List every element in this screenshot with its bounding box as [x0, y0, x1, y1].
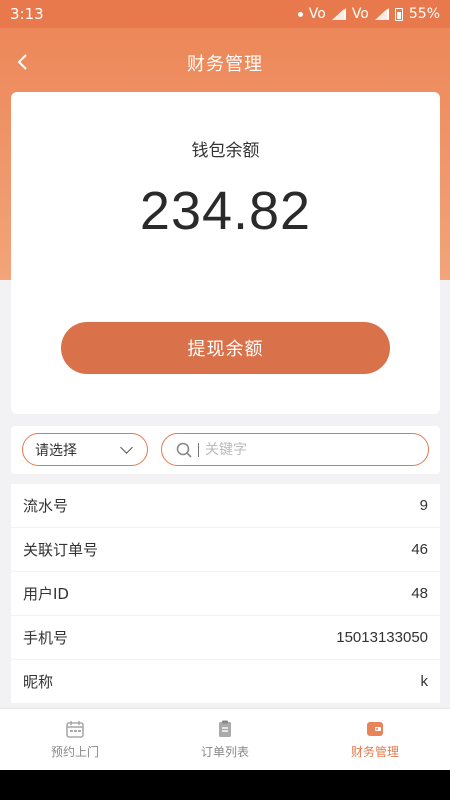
info-value: 9: [419, 497, 428, 514]
signal-icon-2: [374, 8, 389, 20]
clipboard-icon: [215, 719, 235, 739]
tab-label: 财务管理: [350, 745, 399, 759]
volte-label-1: Vo: [308, 6, 326, 22]
wallet-balance-label: 钱包余额: [191, 141, 260, 161]
record-info-list: 流水号 9 关联订单号 46 用户ID 48 手机号 15013133050 昵…: [11, 484, 440, 704]
wallet-balance-amount: 234.82: [139, 181, 312, 241]
search-input[interactable]: [205, 441, 405, 458]
chevron-left-icon: [17, 54, 27, 70]
info-row-order: 关联订单号 46: [11, 528, 440, 571]
type-select[interactable]: 请选择: [22, 433, 148, 466]
tab-label: 订单列表: [200, 745, 249, 759]
info-label: 昵称: [23, 673, 54, 691]
info-row-nickname: 昵称 k: [11, 660, 440, 703]
info-label: 流水号: [23, 497, 69, 515]
tab-orders[interactable]: 订单列表: [150, 719, 300, 760]
calendar-icon: [65, 719, 85, 739]
notification-dot-icon: [297, 11, 303, 17]
info-value: 46: [411, 541, 428, 558]
info-value: k: [420, 673, 429, 690]
battery-percent: 55%: [408, 6, 440, 22]
navigation-bar: 财务管理: [0, 28, 450, 98]
page-title: 财务管理: [187, 54, 263, 75]
status-time: 3:13: [10, 5, 44, 23]
info-label: 用户ID: [23, 585, 69, 603]
info-row-phone: 手机号 15013133050: [11, 616, 440, 659]
tab-appointment[interactable]: 预约上门: [0, 719, 150, 760]
search-icon: [176, 442, 192, 458]
info-row-serial: 流水号 9: [11, 484, 440, 527]
status-indicators: Vo Vo 55%: [297, 6, 440, 22]
withdraw-button[interactable]: 提现余额: [61, 322, 390, 374]
chevron-down-icon: [120, 440, 133, 454]
info-value: 48: [411, 585, 428, 602]
signal-icon: [331, 8, 346, 20]
volte-label-2: Vo: [351, 6, 369, 22]
info-value: 15013133050: [336, 629, 428, 646]
system-navigation-bar: [0, 770, 450, 800]
bottom-tab-bar: 预约上门 订单列表 财务管理: [0, 708, 450, 770]
back-button[interactable]: [12, 50, 32, 74]
search-box[interactable]: [161, 433, 429, 466]
text-caret: [198, 442, 199, 457]
status-bar: 3:13 Vo Vo 55%: [0, 0, 450, 28]
info-label: 关联订单号: [23, 541, 99, 559]
type-select-value: 请选择: [35, 442, 77, 459]
filter-bar: 请选择: [11, 426, 440, 474]
wallet-card: 钱包余额 234.82 提现余额: [11, 92, 440, 414]
tab-label: 预约上门: [50, 745, 99, 759]
tab-finance[interactable]: 财务管理: [300, 719, 450, 760]
battery-icon: [394, 7, 403, 21]
wallet-icon: [365, 719, 385, 739]
info-row-user-id: 用户ID 48: [11, 572, 440, 615]
info-label: 手机号: [23, 629, 69, 647]
